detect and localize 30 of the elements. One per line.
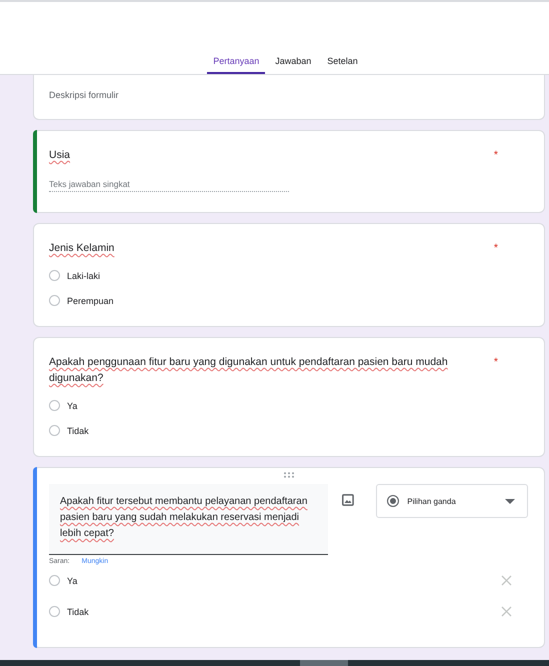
radio-button[interactable] (49, 295, 60, 306)
required-mark: * (494, 241, 498, 256)
drag-handle-icon[interactable] (282, 472, 294, 478)
image-icon[interactable] (342, 494, 354, 506)
option-label: Perempuan (67, 296, 114, 306)
short-answer-field[interactable]: Teks jawaban singkat (49, 179, 289, 192)
close-icon[interactable] (501, 606, 512, 617)
required-mark: * (494, 148, 498, 163)
option-label: Laki-laki (67, 270, 100, 280)
question-title: Usia (49, 148, 70, 163)
scrollbar[interactable] (0, 660, 549, 666)
radio-button[interactable] (49, 425, 60, 436)
radio-button[interactable] (49, 270, 60, 281)
question-field[interactable]: Apakah fitur tersebut membantu pelayanan pendaftaran pasien baru yang sudah melakukan reservasi menjadi lebih cepat? (49, 484, 328, 555)
scrollbar-thumb[interactable] (300, 660, 348, 666)
tab[interactable]: Setelan (321, 56, 364, 74)
close-icon[interactable] (501, 575, 512, 586)
option-label: Ya (67, 400, 78, 410)
required-mark: * (494, 355, 498, 370)
tab[interactable]: Jawaban (269, 56, 318, 74)
caret-icon (505, 498, 515, 504)
question-type-dropdown[interactable]: Pilihan ganda (376, 484, 528, 518)
option-label: Tidak (67, 426, 89, 436)
question-title: Jenis Kelamin (49, 241, 114, 256)
question-title: Apakah penggunaan fitur baru yang digunakan untuk pendaftaran pasien baru mudah digunakan? (49, 355, 449, 386)
option-label[interactable]: Tidak (67, 606, 494, 616)
radio-button[interactable] (49, 400, 60, 411)
radio-button[interactable] (49, 575, 60, 586)
radio-button[interactable] (49, 606, 60, 617)
option-label[interactable]: Ya (67, 576, 494, 586)
